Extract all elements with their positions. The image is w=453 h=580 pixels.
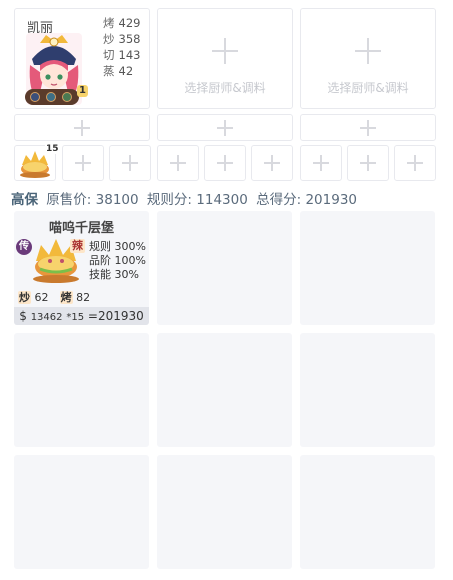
recipe-name: 喵呜千层堡: [48, 221, 114, 236]
recipe-slot-4[interactable]: [14, 333, 149, 447]
equip-slot-3[interactable]: [300, 114, 436, 141]
recipe-slot-8[interactable]: [157, 455, 292, 569]
plus-icon: [212, 38, 238, 64]
dollar-icon: $: [19, 309, 27, 323]
plus-icon: [74, 119, 90, 136]
seasoning-slot-3[interactable]: [62, 92, 72, 102]
plus-icon: [170, 155, 186, 171]
chef-badge: 1: [77, 85, 88, 97]
dish-slot-2[interactable]: [62, 145, 104, 181]
skill-multiplier: 技能 30%: [89, 268, 139, 281]
plus-icon: [355, 38, 381, 64]
equip-slot-2[interactable]: [157, 114, 293, 141]
recipe-slot-3[interactable]: [300, 211, 435, 325]
recipe-slot-9[interactable]: [300, 455, 435, 569]
dish-slot-9[interactable]: [394, 145, 436, 181]
recipe-multipliers: 规则 300% 品阶 100% 技能 30%: [89, 240, 146, 282]
plus-icon: [407, 155, 423, 171]
plus-icon: [217, 119, 233, 136]
chef-card[interactable]: 凯丽 1 烤 429 炒 358 切 143 蒸 42: [14, 8, 150, 109]
stat-bake: 烤 429: [103, 16, 141, 30]
seasoning-slot-1[interactable]: [30, 92, 40, 102]
dish-slot-3[interactable]: [109, 145, 151, 181]
rule-multiplier: 规则 300%: [89, 240, 146, 253]
stat-stirfry: 炒 358: [103, 32, 141, 46]
dish-slot-6[interactable]: [251, 145, 293, 181]
recipe-slot-2[interactable]: [157, 211, 292, 325]
dish-slot-7[interactable]: [300, 145, 342, 181]
recipe-slot-6[interactable]: [300, 333, 435, 447]
plus-icon: [313, 155, 329, 171]
empty-slot-label: 选择厨师&调料: [184, 81, 266, 95]
plus-icon: [75, 155, 91, 171]
chef-stats: 烤 429 炒 358 切 143 蒸 42: [103, 15, 140, 79]
recipe-card[interactable]: 喵呜千层堡 传 辣 规则 300% 品阶 100% 技能 30% 炒 62 烤 …: [14, 211, 149, 325]
original-price-value: 38100: [95, 192, 139, 208]
total-score-value: 201930: [305, 192, 358, 208]
recipe-slot-5[interactable]: [157, 333, 292, 447]
qty-multiplier: *15: [66, 312, 85, 323]
grade-label: 高保: [11, 192, 38, 208]
rule-score-label: 规则分:: [146, 192, 192, 208]
plus-icon: [122, 155, 138, 171]
skill-bake: 烤 82: [59, 291, 91, 304]
empty-slot-label: 选择厨师&调料: [327, 81, 409, 95]
skill-stirfry: 炒 62: [18, 291, 49, 304]
total-score-label: 总得分:: [256, 192, 302, 208]
dish-slot-8[interactable]: [347, 145, 389, 181]
stat-steam: 蒸 42: [103, 64, 134, 78]
recipe-slot-7[interactable]: [14, 455, 149, 569]
rule-score-value: 114300: [196, 192, 248, 208]
dish-slot-1[interactable]: 15: [14, 144, 60, 181]
plus-icon: [264, 155, 280, 171]
plus-icon: [360, 155, 376, 171]
price-result: =201930: [87, 309, 144, 323]
original-price-label: 原售价:: [46, 192, 92, 208]
dish-qty-badge: 15: [45, 144, 60, 154]
plus-icon: [217, 155, 233, 171]
plus-icon: [360, 119, 376, 136]
score-summary: 高保 原售价: 38100 规则分: 114300 总得分: 201930: [11, 188, 357, 208]
equip-slot-1[interactable]: [14, 114, 150, 141]
flavor-tag: 辣: [70, 239, 85, 253]
unit-price: 13462: [30, 312, 63, 323]
stat-knife: 切 143: [103, 48, 141, 62]
dish-slot-5[interactable]: [204, 145, 246, 181]
seasoning-slot-2[interactable]: [46, 92, 56, 102]
grade-multiplier: 品阶 100%: [89, 254, 146, 267]
seasoning-slots[interactable]: [25, 89, 79, 105]
empty-chef-slot-3[interactable]: 选择厨师&调料: [300, 8, 436, 109]
empty-chef-slot-2[interactable]: 选择厨师&调料: [157, 8, 293, 109]
price-formula: $ 13462 *15 =201930: [14, 307, 149, 325]
dish-slot-4[interactable]: [157, 145, 199, 181]
recipe-skills: 炒 62 烤 82: [18, 286, 90, 305]
